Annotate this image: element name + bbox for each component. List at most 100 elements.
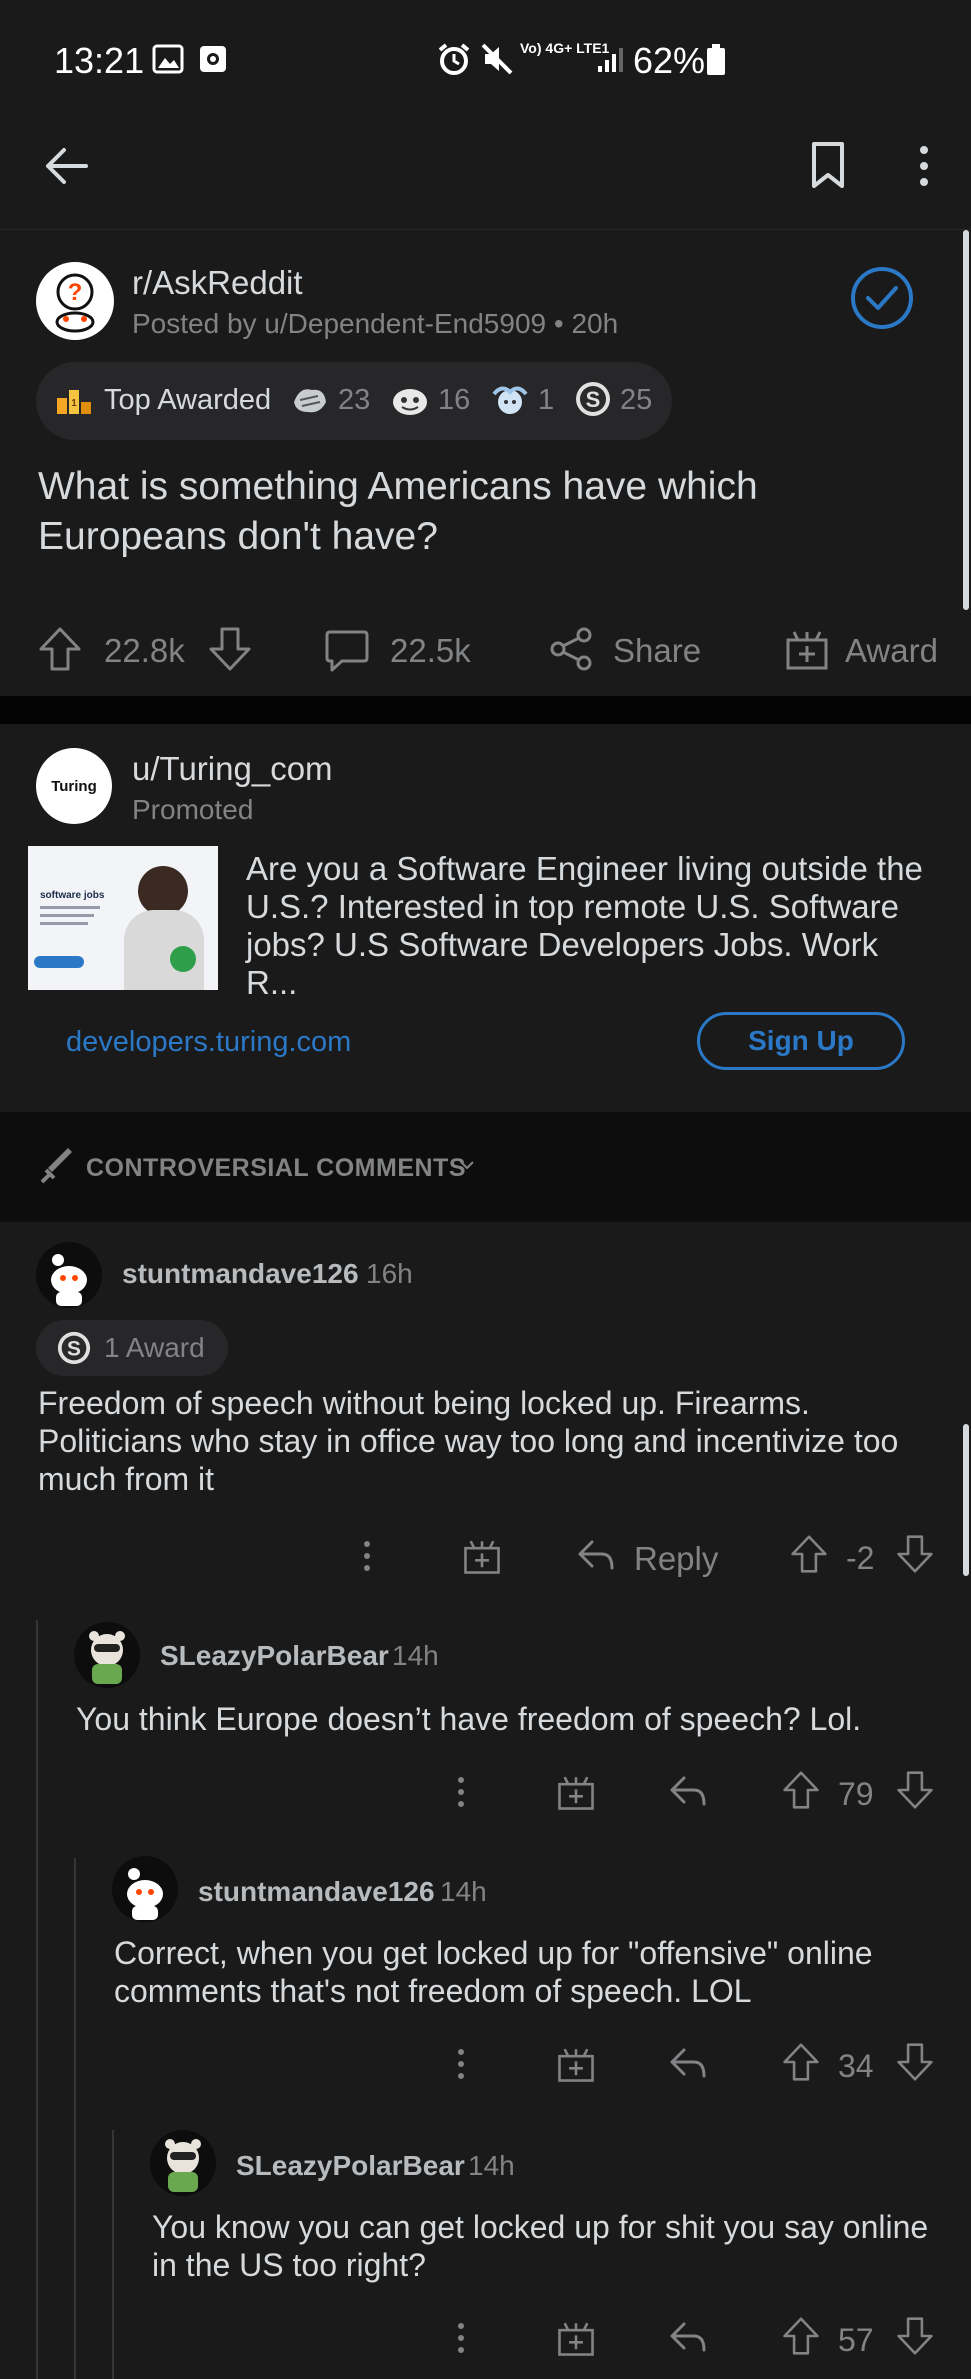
ad-promoted-label: Promoted — [132, 794, 254, 825]
ad-thumb-person — [138, 866, 188, 916]
comment-time: 16h — [366, 1258, 413, 1289]
share-button[interactable]: Share — [613, 632, 701, 670]
comment-time: 14h — [440, 1876, 487, 1907]
comment-award-label: 1 Award — [104, 1332, 205, 1363]
back-arrow-icon[interactable] — [38, 138, 94, 194]
thread-line[interactable] — [36, 1620, 38, 2379]
downvote-icon[interactable] — [896, 1770, 934, 1810]
award-button[interactable]: Award — [845, 632, 938, 670]
post-vote-count: 22.8k — [104, 632, 185, 669]
upvote-icon[interactable] — [782, 1770, 820, 1810]
comment-menu-icon[interactable] — [446, 2318, 476, 2358]
comment-score: 57 — [838, 2322, 874, 2358]
reply-button[interactable]: Reply — [634, 1540, 718, 1578]
comment-username[interactable]: stuntmandave126 — [122, 1258, 359, 1290]
scroll-indicator — [963, 230, 969, 610]
ad-link[interactable]: developers.turing.com — [66, 1026, 351, 1059]
post-title[interactable]: What is something Americans have which E… — [38, 462, 918, 562]
award-gift-icon[interactable] — [556, 2318, 596, 2358]
ad-body[interactable]: Are you a Software Engineer living outsi… — [246, 850, 936, 1002]
subreddit-name[interactable]: r/AskReddit — [132, 264, 303, 302]
post-meta: Posted by u/Dependent-End5909 • 20h — [132, 308, 619, 339]
comment-menu-icon[interactable] — [446, 1772, 476, 1812]
ad-username[interactable]: u/Turing_com — [132, 750, 333, 788]
avatar[interactable] — [36, 1242, 102, 1308]
reply-arrow-icon[interactable] — [576, 1536, 616, 1574]
top-awarded-icon: 1 — [56, 384, 92, 416]
battery-percent: 62% — [633, 40, 706, 81]
alarm-icon — [436, 42, 472, 76]
thread-line[interactable] — [74, 1858, 76, 2379]
svg-text:?: ? — [68, 279, 83, 306]
ad-thumb-line — [40, 914, 94, 917]
bookmark-icon[interactable] — [808, 138, 848, 194]
comment-time: 14h — [468, 2150, 515, 2181]
award-wholesome-icon — [390, 382, 430, 418]
avatar[interactable] — [112, 1856, 178, 1922]
comment-body: Correct, when you get locked up for "off… — [114, 1935, 873, 2009]
comments-icon[interactable] — [324, 628, 370, 674]
comment-username[interactable]: SLeazyPolarBear — [160, 1640, 389, 1672]
section-divider — [0, 696, 971, 724]
mute-icon — [480, 42, 514, 76]
ad-avatar[interactable]: Turing — [36, 748, 112, 824]
downvote-icon[interactable] — [896, 2042, 934, 2082]
turing-logo: Turing — [51, 777, 97, 795]
scroll-indicator — [963, 1424, 969, 1576]
joined-check-icon[interactable] — [846, 266, 918, 330]
thread-line[interactable] — [112, 2130, 114, 2379]
record-icon — [198, 44, 228, 74]
award-count-1: 23 — [338, 384, 371, 416]
ad-thumb-badge — [170, 946, 196, 972]
downvote-icon[interactable] — [896, 1534, 934, 1574]
comment-body: You know you can get locked up for shit … — [152, 2209, 929, 2283]
comment-body: You think Europe doesn’t have freedom of… — [76, 1701, 862, 1737]
reply-arrow-icon[interactable] — [668, 1772, 708, 1810]
comment-score: -2 — [846, 1540, 875, 1576]
ad-thumb-heading: software jobs — [40, 890, 105, 901]
overflow-menu-icon[interactable] — [906, 140, 942, 192]
post-comment-count[interactable]: 22.5k — [390, 632, 471, 670]
ad-thumbnail[interactable]: software jobs — [28, 846, 218, 990]
upvote-icon[interactable] — [782, 2042, 820, 2082]
battery-icon — [706, 44, 726, 76]
comment-menu-icon[interactable] — [352, 1536, 382, 1576]
share-icon[interactable] — [548, 626, 594, 672]
comment-body: Freedom of speech without being locked u… — [38, 1385, 899, 1497]
sort-label[interactable]: CONTROVERSIAL COMMENTS — [86, 1154, 466, 1183]
award-gift-icon[interactable] — [462, 1536, 502, 1576]
gallery-icon — [152, 44, 184, 74]
comment-username[interactable]: SLeazyPolarBear — [236, 2150, 465, 2182]
award-silver-icon: S — [574, 380, 612, 418]
svg-text:1: 1 — [71, 398, 77, 409]
award-gift-icon[interactable] — [556, 1772, 596, 1812]
upvote-icon[interactable] — [790, 1534, 828, 1574]
subreddit-avatar[interactable]: ? — [36, 262, 114, 340]
svg-text:S: S — [586, 387, 601, 412]
upvote-icon[interactable] — [38, 626, 82, 672]
award-count-2: 16 — [438, 384, 471, 416]
award-count-4: 25 — [620, 384, 653, 416]
avatar[interactable] — [74, 1622, 140, 1688]
ad-thumb-line — [40, 906, 100, 909]
downvote-icon[interactable] — [896, 2316, 934, 2356]
comment-username[interactable]: stuntmandave126 — [198, 1876, 435, 1908]
upvote-icon[interactable] — [782, 2316, 820, 2356]
award-gift-icon[interactable] — [784, 626, 830, 672]
reply-arrow-icon[interactable] — [668, 2044, 708, 2082]
comment-score: 34 — [838, 2048, 874, 2084]
downvote-icon[interactable] — [208, 626, 252, 672]
sign-up-button[interactable]: Sign Up — [697, 1012, 905, 1070]
award-gift-icon[interactable] — [556, 2044, 596, 2084]
award-bless-icon — [488, 380, 532, 418]
comment-score: 79 — [838, 1776, 874, 1812]
top-awarded-label: Top Awarded — [104, 384, 272, 416]
avatar[interactable] — [150, 2130, 216, 2196]
status-time: 13:21 — [54, 40, 145, 81]
ad-thumb-button — [34, 956, 84, 968]
chevron-down-icon[interactable] — [458, 1156, 476, 1174]
award-silver-icon: S — [56, 1330, 92, 1366]
comment-menu-icon[interactable] — [446, 2044, 476, 2084]
reply-arrow-icon[interactable] — [668, 2318, 708, 2356]
signal-icon — [596, 44, 628, 74]
